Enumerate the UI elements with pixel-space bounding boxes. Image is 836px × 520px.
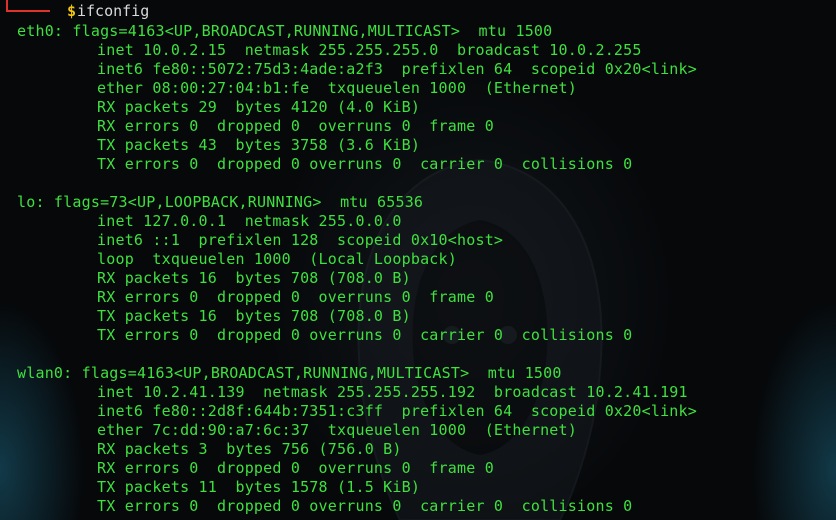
prompt-line: $ ifconfig	[6, 0, 836, 22]
output-line: TX packets 43 bytes 3758 (3.6 KiB)	[97, 136, 421, 154]
output-line: ether 7c:dd:90:a7:6c:37 txqueuelen 1000 …	[97, 421, 577, 439]
output-line: RX packets 3 bytes 756 (756.0 B)	[97, 440, 402, 458]
output-line: TX errors 0 dropped 0 overruns 0 carrier…	[97, 497, 633, 515]
output-line: inet 10.2.41.139 netmask 255.255.255.192…	[97, 383, 688, 401]
interface-header-wlan0: wlan0: flags=4163<UP,BROADCAST,RUNNING,M…	[17, 364, 562, 382]
terminal-output: $ ifconfig eth0: flags=4163<UP,BROADCAST…	[6, 0, 836, 520]
output-line: inet 10.0.2.15 netmask 255.255.255.0 bro…	[97, 41, 642, 59]
command-text[interactable]: ifconfig	[77, 0, 149, 22]
prompt-symbol: $	[67, 2, 77, 20]
output-line: inet6 fe80::2d8f:644b:7351:c3ff prefixle…	[97, 402, 697, 420]
output-line: RX packets 29 bytes 4120 (4.0 KiB)	[97, 98, 421, 116]
terminal-window[interactable]: $ ifconfig eth0: flags=4163<UP,BROADCAST…	[0, 0, 836, 520]
interface-header-eth0: eth0: flags=4163<UP,BROADCAST,RUNNING,MU…	[17, 22, 553, 40]
output-line: TX errors 0 dropped 0 overruns 0 carrier…	[97, 155, 633, 173]
output-line: TX packets 16 bytes 708 (708.0 B)	[97, 307, 411, 325]
output-line: RX packets 16 bytes 708 (708.0 B)	[97, 269, 411, 287]
output-line: RX errors 0 dropped 0 overruns 0 frame 0	[97, 117, 494, 135]
output-line: ether 08:00:27:04:b1:fe txqueuelen 1000 …	[97, 79, 577, 97]
output-line: inet 127.0.0.1 netmask 255.0.0.0	[97, 212, 402, 230]
output-line: TX errors 0 dropped 0 overruns 0 carrier…	[97, 326, 633, 344]
output-line: TX packets 11 bytes 1578 (1.5 KiB)	[97, 478, 421, 496]
interface-header-lo: lo: flags=73<UP,LOOPBACK,RUNNING> mtu 65…	[17, 193, 424, 211]
output-line: inet6 ::1 prefixlen 128 scopeid 0x10<hos…	[97, 231, 504, 249]
output-line: loop txqueuelen 1000 (Local Loopback)	[97, 250, 457, 268]
output-line: RX errors 0 dropped 0 overruns 0 frame 0	[97, 288, 494, 306]
output-line: RX errors 0 dropped 0 overruns 0 frame 0	[97, 459, 494, 477]
output-line: inet6 fe80::5072:75d3:4ade:a2f3 prefixle…	[97, 60, 697, 78]
prompt-corner-decoration	[6, 0, 50, 12]
